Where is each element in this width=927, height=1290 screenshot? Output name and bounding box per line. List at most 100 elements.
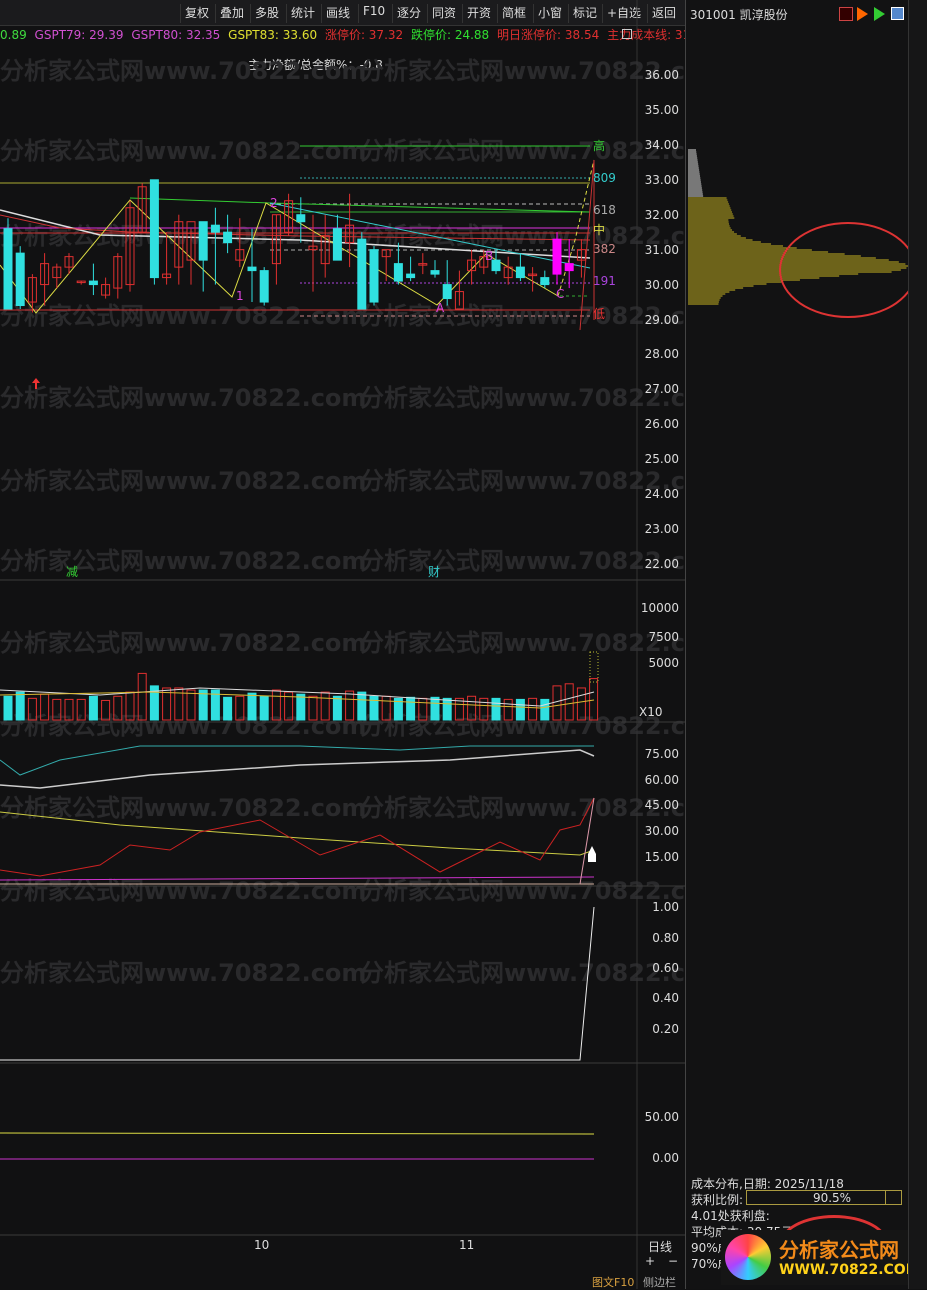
fib-382-label: 382 — [593, 242, 616, 256]
candlestick — [3, 228, 13, 310]
indicator-line — [0, 811, 595, 856]
wave-label-2: 2 — [270, 196, 278, 210]
candlestick — [149, 179, 159, 279]
volume-bar — [479, 697, 489, 721]
volume-bar — [345, 690, 355, 721]
candlestick — [15, 252, 25, 307]
volume-bar — [418, 697, 428, 721]
price-tick: 35.00 — [644, 102, 679, 117]
period-button[interactable]: 日线 — [648, 1238, 672, 1255]
volume-bar — [101, 699, 111, 721]
ind1-tick: 60.00 — [644, 773, 679, 787]
volume-bar — [320, 691, 330, 721]
ind1-tick: 30.00 — [644, 824, 679, 838]
chip-highlight-circle — [779, 222, 917, 318]
volume-bar — [235, 695, 245, 721]
ind1-tick: 75.00 — [644, 747, 679, 761]
volume-bar — [198, 689, 208, 721]
price-tick: 31.00 — [644, 242, 679, 257]
ind1-tick: 45.00 — [644, 798, 679, 812]
candlestick — [406, 273, 416, 279]
candlestick — [515, 266, 525, 279]
volume-bar — [271, 689, 281, 721]
volume-forecast — [589, 651, 599, 683]
fib-809-label: 809 — [593, 171, 616, 185]
wave-label-b: B — [485, 249, 493, 263]
volume-bar — [406, 696, 416, 721]
volume-bar — [137, 672, 147, 721]
price-tick: 24.00 — [644, 487, 679, 502]
logo-url: WWW.70822.COM — [779, 1262, 920, 1278]
zoom-out-button[interactable]: − — [668, 1254, 678, 1268]
volume-bar — [589, 678, 599, 721]
wave-label-a: A — [436, 301, 445, 315]
volume-bar — [40, 693, 50, 721]
candlestick — [296, 214, 306, 223]
volume-bar — [357, 691, 367, 721]
profit-bar: 90.5% — [746, 1190, 902, 1205]
right-panel: 301001 凯淳股份 成本分布,日期: 2025/11/18 获利比例: 90… — [685, 0, 920, 1289]
candlestick — [369, 249, 379, 303]
candlestick — [564, 263, 574, 272]
fib-high-label: 高 — [593, 138, 605, 153]
price-tick: 30.00 — [644, 277, 679, 292]
volume-tick: 10000 — [640, 601, 679, 615]
price-tick: 34.00 — [644, 137, 679, 152]
volume-bar — [125, 691, 135, 721]
indicator-line — [0, 797, 595, 877]
candlestick — [357, 238, 367, 310]
wave-label-1: 1 — [236, 289, 244, 303]
volume-tick: 5000 — [648, 656, 679, 670]
volume-bar — [430, 696, 440, 721]
volume-bar — [381, 695, 391, 721]
volume-tick: 7500 — [648, 630, 679, 644]
profit-value: 90.5% — [812, 1191, 852, 1205]
volume-bar — [503, 698, 513, 721]
price-tick: 29.00 — [644, 312, 679, 327]
trend-line — [269, 202, 591, 269]
volume-bar — [64, 698, 74, 721]
price-tick: 27.00 — [644, 382, 679, 397]
volume-bar — [491, 697, 501, 721]
volume-bar — [540, 698, 550, 721]
projection-line — [579, 159, 595, 331]
rocket-icon — [588, 846, 596, 862]
volume-bar — [467, 695, 477, 721]
price-tick: 36.00 — [644, 68, 679, 82]
profit-line: 4.01处获利盘: — [691, 1209, 770, 1223]
chart-canvas[interactable]: 高 809 618 中 382 191 低 1 2 A B C 减 财 — [0, 0, 685, 1289]
ind2-tick: 0.80 — [652, 931, 679, 945]
candlestick — [540, 277, 550, 286]
price-tick: 22.00 — [644, 557, 679, 572]
f10-tab[interactable]: 图文F10 — [592, 1274, 634, 1290]
ind3-tick: 0.00 — [652, 1151, 679, 1165]
volume-bar — [247, 692, 257, 721]
candlestick — [259, 270, 269, 303]
volume-bar — [186, 689, 196, 721]
price-tick: 23.00 — [644, 522, 679, 537]
profit-label: 获利比例: — [691, 1193, 744, 1207]
zoom-in-button[interactable]: + — [645, 1254, 655, 1268]
ind2-tick: 0.20 — [652, 1022, 679, 1036]
volume-bar — [454, 697, 464, 721]
fib-low-label: 低 — [593, 307, 605, 321]
side-tab[interactable]: 侧边栏 — [643, 1274, 676, 1290]
indicator-line — [0, 876, 595, 881]
right-scroll-strip[interactable] — [908, 0, 927, 1289]
candlestick — [430, 270, 440, 275]
moving-average — [0, 209, 591, 259]
indicator-line — [0, 749, 595, 789]
wave-label-c: C — [556, 287, 564, 301]
price-tick: 25.00 — [644, 452, 679, 467]
price-tick: 28.00 — [644, 347, 679, 362]
trend-line — [129, 197, 591, 213]
up-arrow-icon — [32, 378, 40, 389]
volume-bar — [113, 695, 123, 721]
volume-bar — [52, 698, 62, 721]
ind1-tick: 15.00 — [644, 850, 679, 864]
volume-bar — [308, 695, 318, 721]
ind3-tick: 50.00 — [644, 1110, 679, 1124]
volume-bar — [223, 696, 233, 721]
candlestick — [198, 221, 208, 261]
candlestick — [552, 238, 562, 275]
